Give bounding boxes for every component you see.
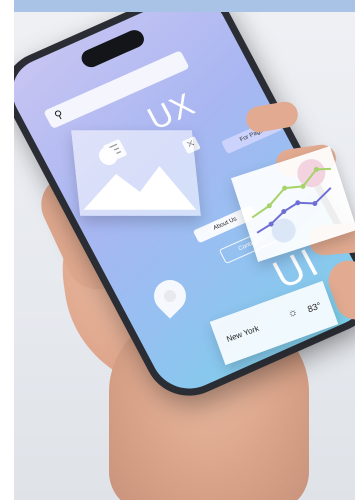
image-icon xyxy=(83,147,197,210)
sun-icon: ☼ xyxy=(285,305,300,321)
weather-city: New York xyxy=(225,323,261,344)
weather-temperature: 83° xyxy=(306,300,323,315)
photo-scene: ⚲ UX ☰ ✕ For Page About Us Contact Us UI xyxy=(14,12,355,500)
search-icon: ⚲ xyxy=(52,108,66,123)
image-placeholder-card xyxy=(71,130,201,216)
dynamic-island xyxy=(78,27,148,71)
top-band xyxy=(14,0,355,12)
